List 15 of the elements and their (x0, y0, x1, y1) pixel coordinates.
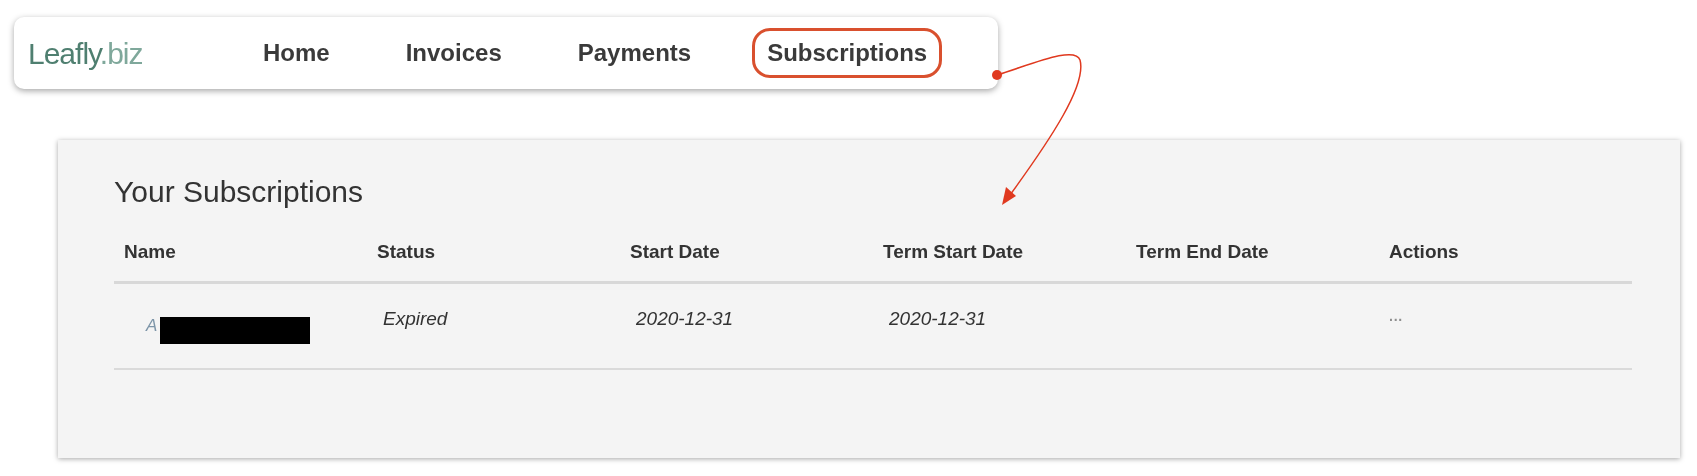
nav-link[interactable]: Home (248, 28, 345, 78)
table-cell-text: 2020-12-31 (635, 307, 734, 332)
column-header: Term Start Date (883, 240, 1024, 264)
column-header: Start Date (630, 240, 720, 264)
table-cell-text: Expired (382, 307, 448, 332)
nav-link[interactable]: Payments (562, 28, 707, 78)
table-cell-text: 2020-12-31 (888, 307, 987, 332)
nav-link[interactable]: Invoices (390, 28, 517, 78)
nav-link[interactable]: Subscriptions (752, 28, 943, 78)
column-header: Actions (1389, 240, 1459, 264)
column-header: Name (124, 240, 176, 264)
column-header: Status (377, 240, 436, 264)
panel-title: Your Subscriptions (114, 174, 364, 210)
logo[interactable]: Leafly.biz (28, 30, 218, 76)
column-header: Term End Date (1136, 240, 1269, 264)
